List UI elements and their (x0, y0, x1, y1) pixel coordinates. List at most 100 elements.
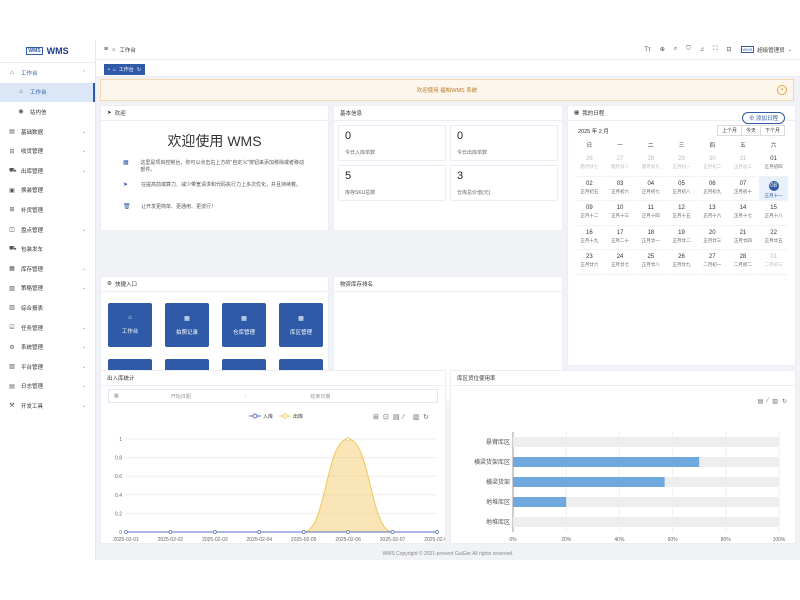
calendar-day[interactable]: 31 正月初三 (728, 152, 758, 177)
calendar-day[interactable]: 15 正月十八 (759, 201, 788, 226)
sidebar-item[interactable]: ☑ 任务管理 ⌄ (0, 318, 95, 338)
calendar-day[interactable]: 25 正月廿八 (636, 250, 666, 275)
home-icon: ⌂ (128, 315, 132, 321)
calendar-day[interactable]: 28 腊月廿九 (636, 152, 666, 177)
weekday-label: 三 (678, 143, 685, 149)
x-tick-label: 2025-02-04 (246, 537, 272, 543)
calendar-day[interactable]: 16 正月十九 (575, 226, 604, 251)
sidebar-item[interactable]: ◉ 站内信 (0, 102, 95, 122)
calendar-day[interactable]: 28 二月初二 (728, 250, 758, 275)
prev-month-button[interactable]: 上个月 (716, 125, 742, 136)
stat-value: 0 (345, 130, 352, 142)
sidebar-item[interactable]: ▤ 日志管理 ⌄ (0, 377, 95, 397)
sidebar-item[interactable]: ⛟ 出库管理 ⌄ (0, 161, 95, 181)
calendar-day[interactable]: 12 正月十五 (667, 201, 696, 226)
stat-label: 库存SKU总数 (345, 190, 376, 196)
strategy-icon: ▧ (9, 285, 15, 292)
calendar-day[interactable]: 26 正月廿九 (667, 250, 696, 275)
close-icon[interactable]: × (777, 85, 787, 95)
quick-entry-header-label: 快捷入口 (114, 282, 137, 288)
lunar-date: 正月廿五 (764, 237, 783, 243)
start-date-input[interactable]: 开始日期 (171, 393, 191, 400)
calendar-day[interactable]: 19 正月廿二 (667, 226, 696, 251)
x-tick-label: 80% (721, 537, 732, 543)
add-schedule-button[interactable]: ⊕ 添加日程 (741, 112, 785, 124)
sidebar-item[interactable]: ⊟ 收货管理 ⌄ (0, 141, 95, 161)
sidebar-item[interactable]: ⌂ 工作台 ⌃ (0, 63, 95, 83)
calendar-day[interactable]: 22 正月廿五 (759, 226, 788, 251)
inout-stats-card: 出入库统计 ▦ 开始日期 - 结束日期 入库 出库 ⊞ ⊡ ▤ ⁄ ▥ ↻ 0 0.2 0.4 0.6… (100, 370, 446, 544)
end-date-input[interactable]: 结束日期 (310, 393, 330, 400)
calendar-day[interactable]: 18 正月廿一 (636, 226, 666, 251)
calendar-day[interactable]: 13 正月十六 (697, 201, 727, 226)
calendar-day[interactable]: 20 正月廿三 (697, 226, 727, 251)
calendar-day[interactable]: 30 正月初二 (697, 152, 727, 177)
shirt-icon[interactable]: ⛉ (686, 46, 691, 53)
quick-entry-button[interactable]: ⌂ 工作台 (108, 303, 152, 347)
chart-tool-icon: ⊡ (383, 414, 389, 421)
sidebar-item[interactable]: ⊞ 补货管理 (0, 200, 95, 220)
sidebar-item[interactable]: ⚒ 开发工具 ⌄ (0, 396, 95, 416)
calendar-day[interactable]: 24 正月廿七 (605, 250, 635, 275)
calendar-day[interactable]: 05 正月初八 (667, 177, 696, 202)
calendar-day[interactable]: 04 正月初七 (636, 177, 666, 202)
calendar-day[interactable]: 01 正月初四 (759, 152, 788, 177)
breadcrumb-label[interactable]: 工作台 (119, 46, 136, 54)
calendar-day[interactable]: 10 正月十三 (605, 201, 635, 226)
quick-entry-button[interactable]: ▦ 拍照记录 (165, 303, 209, 347)
next-month-button[interactable]: 下个月 (759, 125, 785, 136)
sidebar-item[interactable]: ▦ 库存管理 ⌄ (0, 259, 95, 279)
welcome-header-label: 欢迎 (114, 111, 126, 117)
calendar-day[interactable]: 09 正月十二 (575, 201, 604, 226)
menu-toggle-icon[interactable]: ≡ (104, 46, 108, 53)
calendar-day[interactable]: 27 腊月廿八 (605, 152, 635, 177)
sidebar-item[interactable]: ▤ 基础数据 ⌄ (0, 122, 95, 142)
fullscreen-icon[interactable]: ⛶ (713, 46, 717, 53)
sidebar-item[interactable]: ⛟ 包装发车 (0, 239, 95, 259)
chevron-icon: ⌄ (81, 265, 86, 272)
calendar-day[interactable]: 21 正月廿四 (728, 226, 758, 251)
calendar-day[interactable]: 11 正月十四 (636, 201, 666, 226)
date-range-picker[interactable]: ▦ 开始日期 - 结束日期 (108, 389, 438, 403)
y-category-label: 悬臂库区 (486, 438, 510, 446)
chart-tool-icon: ▥ (413, 414, 420, 421)
refresh-icon[interactable]: ↻ (137, 67, 141, 73)
sidebar-item[interactable]: ▧ 策略管理 ⌄ (0, 279, 95, 299)
series-area (126, 439, 437, 532)
calendar-day[interactable]: 29 正月初一 (667, 152, 696, 177)
calendar-day[interactable]: 14 正月十七 (728, 201, 758, 226)
calendar-day[interactable]: 23 正月廿六 (575, 250, 604, 275)
sidebar-item-label: 盘点管理 (21, 227, 44, 234)
today-button[interactable]: 今天 (740, 125, 761, 136)
calendar-day[interactable]: 06 正月初九 (697, 177, 727, 202)
calendar-day[interactable]: 02 正月初五 (575, 177, 604, 202)
notice-banner: 欢迎使用 福帕WMS 系统 × (100, 79, 794, 101)
calendar-day[interactable]: 07 正月初十 (728, 177, 758, 202)
sidebar-item[interactable]: ◫ 盘点管理 ⌄ (0, 220, 95, 240)
user-menu[interactable]: WMS 超级管理员 ⌄ (740, 46, 792, 54)
calendar-day[interactable]: 27 二月初一 (697, 250, 727, 275)
sidebar-item[interactable]: ⚙ 系统管理 ⌄ (0, 337, 95, 357)
sidebar-item[interactable]: ▥ 综合报表 (0, 298, 95, 318)
calendar-day[interactable]: 01 二月初三 (759, 250, 788, 275)
tab-workbench[interactable]: • ⌂ 工作台 ↻ (104, 64, 146, 75)
sidebar-menu: ⌂ 工作台 ⌃ ⌂ 工作台 ◉ 站内信 ▤ 基础数据 ⌄ ⊟ 收货管理 ⌄ ⛟ 出库管理 ⌄ ▣ 换装管理 ⊞ 补货管… (0, 63, 95, 416)
quick-entry-button[interactable]: ▦ 库区管理 (279, 303, 323, 347)
data-point (390, 530, 395, 534)
sidebar-item[interactable]: ▨ 平台管理 ⌄ (0, 357, 95, 377)
lock-icon[interactable]: ⊡ (726, 46, 731, 53)
sidebar-item[interactable]: ⌂ 工作台 (0, 82, 95, 103)
calendar-day[interactable]: 26 腊月廿七 (575, 152, 604, 177)
calendar-day[interactable]: 08 正月十一 (759, 176, 788, 202)
calendar-day[interactable]: 17 正月二十 (605, 226, 635, 251)
x-tick-label: 20% (561, 537, 572, 543)
day-number: 07 (739, 180, 747, 187)
quick-entry-label: 库区管理 (289, 329, 312, 336)
search-icon[interactable]: ⌕ (674, 46, 677, 53)
calendar-day[interactable]: 03 正月初六 (605, 177, 635, 202)
bell-icon[interactable]: ♫ (700, 47, 705, 53)
quick-entry-button[interactable]: ▦ 仓库管理 (222, 303, 266, 347)
font-size-icon[interactable]: Tт (644, 47, 650, 53)
globe-icon[interactable]: ⊕ (660, 46, 665, 53)
sidebar-item[interactable]: ▣ 换装管理 (0, 181, 95, 201)
